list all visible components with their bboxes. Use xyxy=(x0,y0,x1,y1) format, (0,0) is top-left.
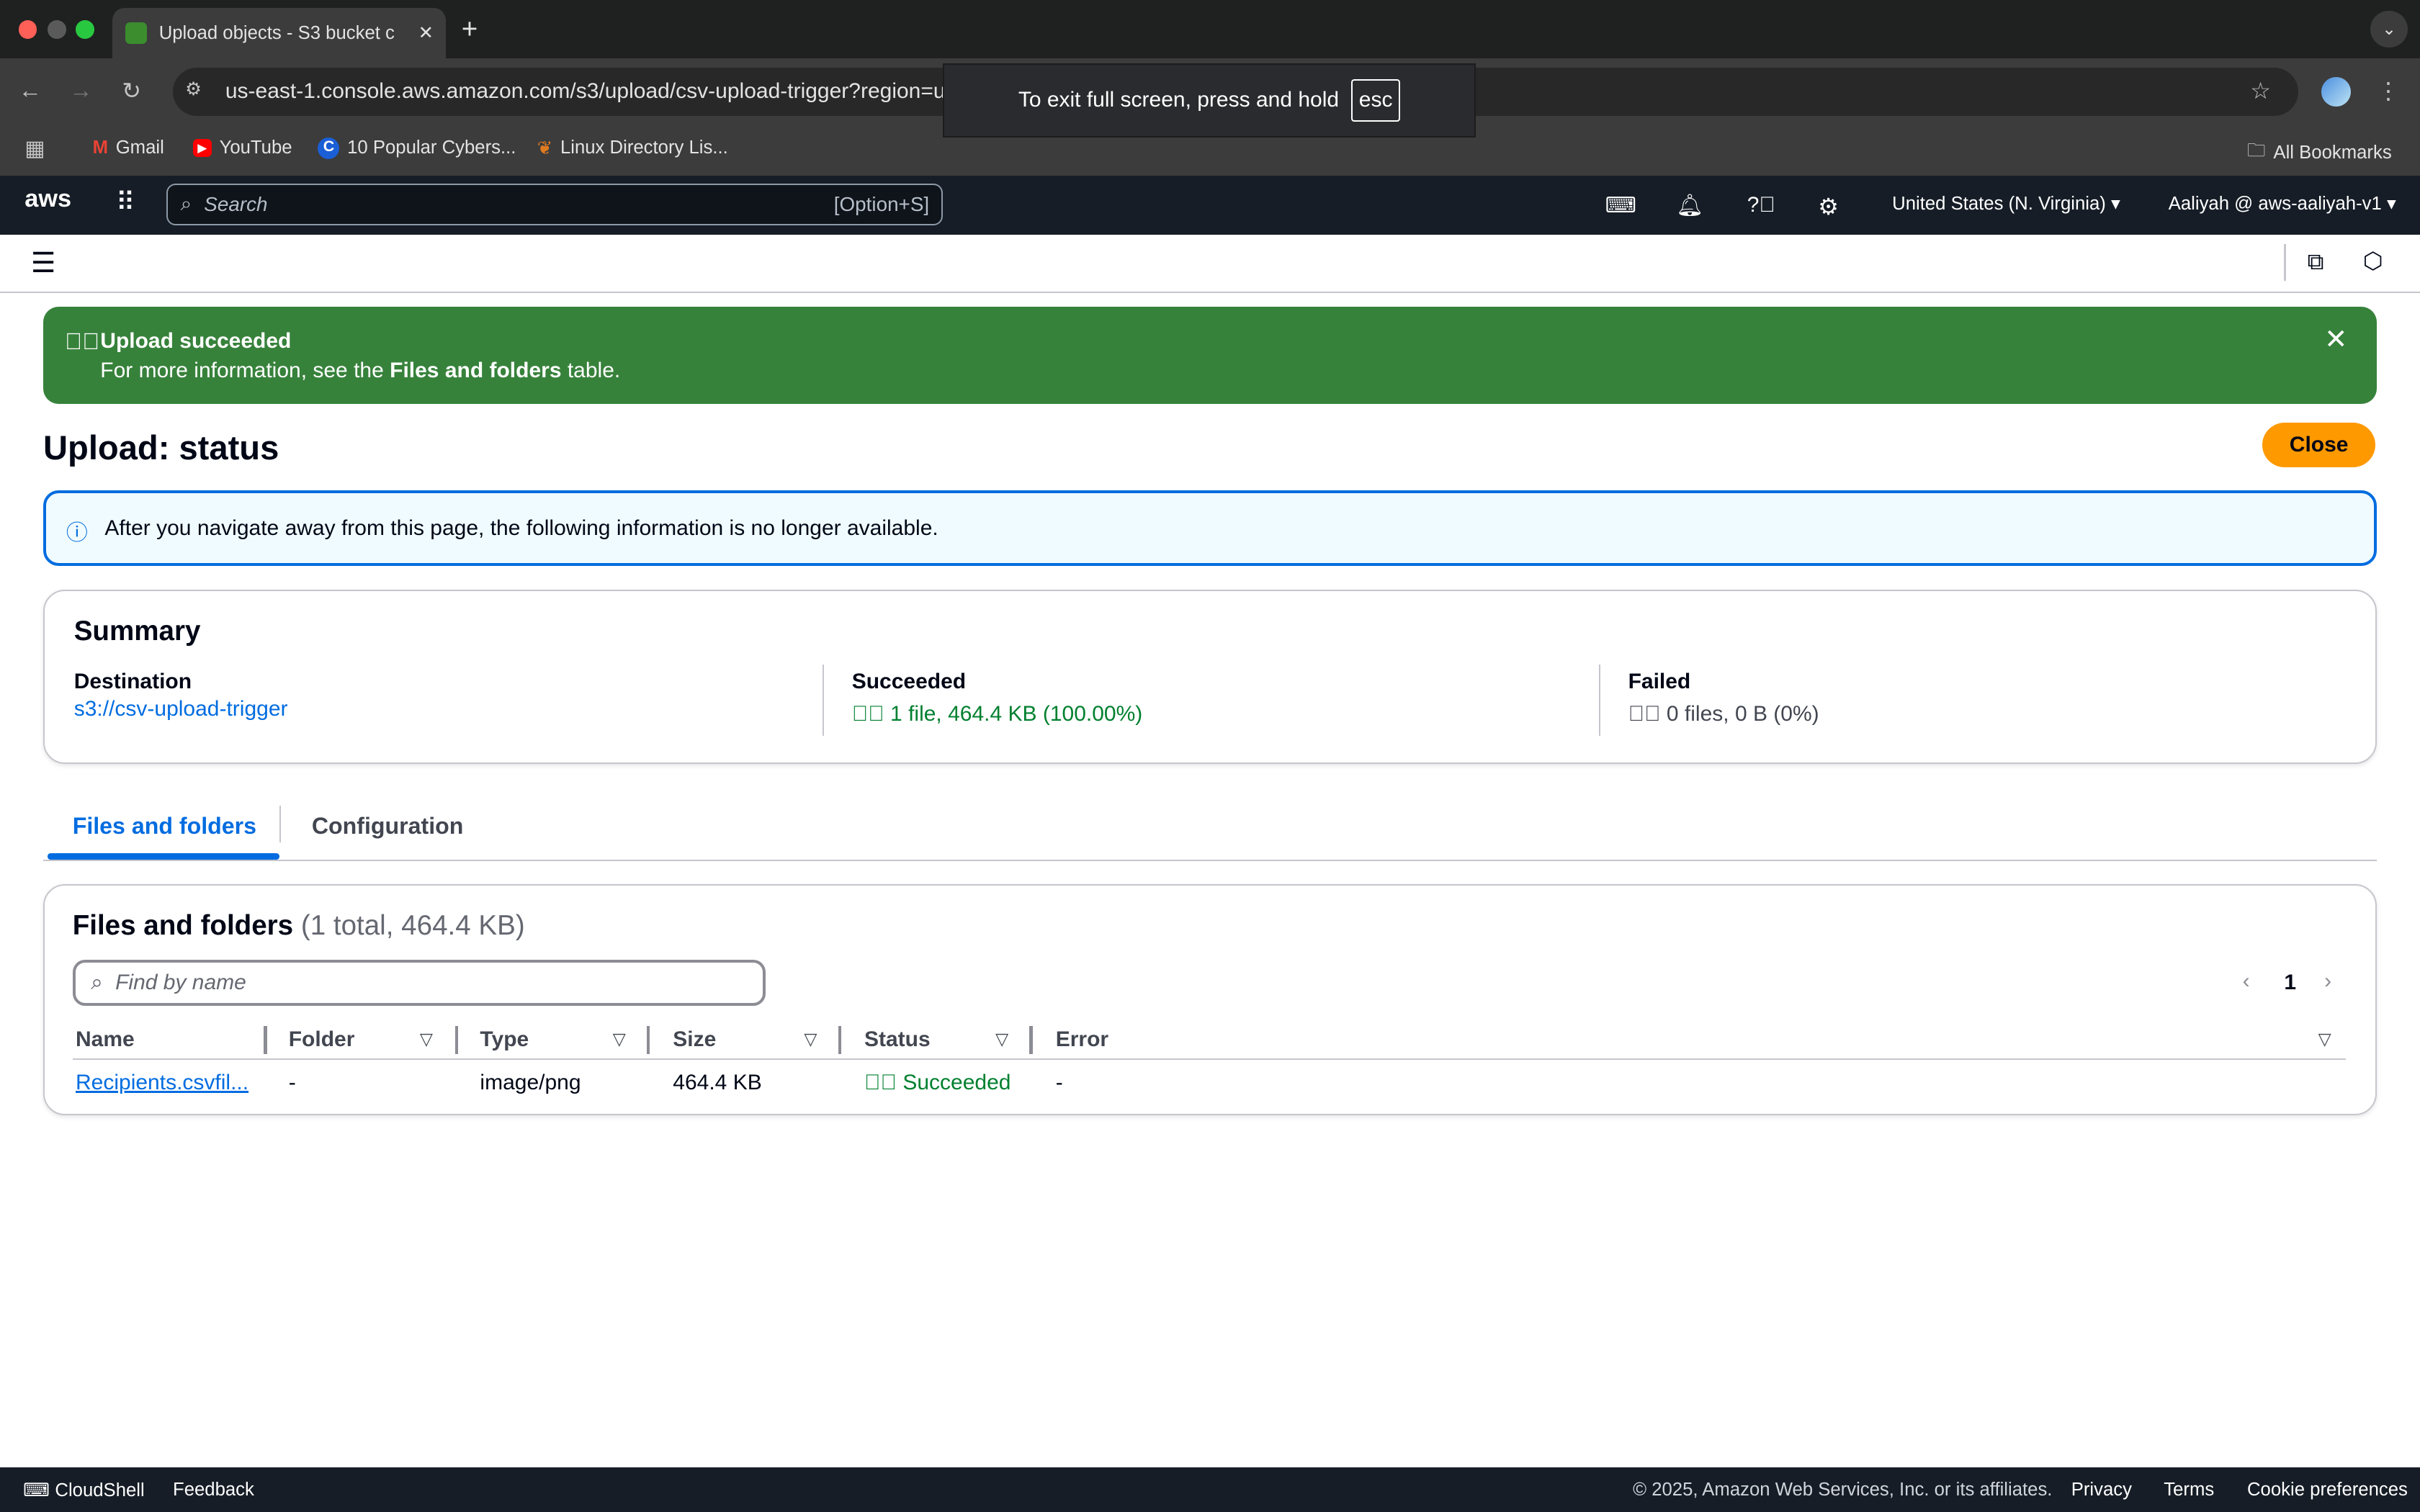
dismiss-close-icon[interactable]: ✕ xyxy=(2324,325,2347,355)
column-resizer[interactable] xyxy=(455,1026,459,1054)
window-maximize-button[interactable] xyxy=(76,19,94,39)
settings-gear-icon[interactable]: ⚙ xyxy=(1818,193,1839,220)
success-check-icon: ✓⃝ xyxy=(851,701,891,726)
tab-close-icon[interactable]: ✕ xyxy=(418,22,434,44)
search-icon: ⌕ xyxy=(180,192,192,215)
console-subnav xyxy=(0,234,2420,294)
profile-avatar[interactable] xyxy=(2321,77,2351,107)
side-panel-icon[interactable]: ⧉ xyxy=(2308,248,2324,276)
cloudshell-icon[interactable]: ⌨ xyxy=(1605,193,1636,218)
feedback-link[interactable]: Feedback xyxy=(173,1480,254,1500)
tab-configuration[interactable]: Configuration xyxy=(312,813,464,840)
divider xyxy=(2284,243,2286,281)
linux-icon: ❦ xyxy=(537,138,553,158)
column-header-name[interactable]: Name xyxy=(76,1027,135,1052)
folder-icon: 🗀 xyxy=(2247,140,2266,161)
c-logo-icon: C xyxy=(318,137,340,159)
privacy-link[interactable]: Privacy xyxy=(2071,1480,2132,1500)
region-selector[interactable]: United States (N. Virginia) ▾ xyxy=(1892,193,2120,215)
tab-files-and-folders[interactable]: Files and folders xyxy=(73,813,256,840)
column-resizer[interactable] xyxy=(646,1026,650,1054)
column-resizer[interactable] xyxy=(838,1026,841,1054)
info-alert: ⓘ After you navigate away from this page,… xyxy=(43,490,2377,567)
destination-link[interactable]: s3://csv-upload-trigger xyxy=(74,697,288,721)
tab-search-button[interactable]: ⌄ xyxy=(2370,11,2408,48)
column-header-folder[interactable]: Folder xyxy=(289,1027,355,1052)
terms-link[interactable]: Terms xyxy=(2164,1480,2214,1500)
info-icon: ⓘ xyxy=(66,521,88,546)
browser-tab[interactable]: Upload objects - S3 bucket c ✕ xyxy=(112,7,447,59)
page-number[interactable]: 1 xyxy=(2284,971,2296,995)
column-header-type[interactable]: Type xyxy=(480,1027,529,1052)
filter-icon[interactable]: ▽ xyxy=(995,1029,1008,1049)
help-icon[interactable]: ?⃝ xyxy=(1747,193,1775,217)
column-resizer[interactable] xyxy=(264,1026,267,1054)
tools-hex-icon[interactable]: ⬡ xyxy=(2363,247,2383,274)
bookmark-linux[interactable]: ❦ Linux Directory Lis... xyxy=(537,138,728,159)
close-button[interactable]: Close xyxy=(2262,423,2375,468)
notifications-bell-icon[interactable]: 🔔︎ xyxy=(1676,193,1703,218)
upload-success-flash: ✓⃝ Upload succeeded For more information… xyxy=(43,307,2377,405)
aws-search-input[interactable]: ⌕ Search [Option+S] xyxy=(166,183,944,225)
window-minimize-button[interactable] xyxy=(48,19,67,39)
gmail-icon: M xyxy=(92,137,108,158)
services-grid-icon[interactable]: ⠿ xyxy=(116,186,135,217)
bookmark-cybers[interactable]: C 10 Popular Cybers... xyxy=(318,137,516,159)
cookie-preferences-link[interactable]: Cookie preferences xyxy=(2247,1480,2408,1500)
filter-icon[interactable]: ▽ xyxy=(613,1029,626,1049)
search-icon: ⌕ xyxy=(91,970,103,994)
success-check-icon: ✓⃝ xyxy=(65,328,100,355)
next-page-icon[interactable]: › xyxy=(2324,969,2331,994)
status-badge: ✓⃝ Succeeded xyxy=(864,1071,1011,1095)
column-header-status[interactable]: Status xyxy=(864,1027,931,1052)
active-tab-indicator xyxy=(48,853,279,860)
filter-icon[interactable]: ▽ xyxy=(2318,1029,2331,1049)
page-title: Upload: status xyxy=(43,428,279,467)
bookmark-gmail[interactable]: M Gmail xyxy=(93,138,164,158)
column-header-size[interactable]: Size xyxy=(673,1027,716,1052)
column-resizer[interactable] xyxy=(1029,1026,1033,1054)
console-footer: ⌨ CloudShell Feedback © 2025, Amazon Web… xyxy=(0,1467,2420,1512)
all-bookmarks[interactable]: 🗀 All Bookmarks xyxy=(2247,138,2392,168)
files-heading: Files and folders (1 total, 464.4 KB) xyxy=(72,910,525,942)
cloudshell-button[interactable]: ⌨ CloudShell xyxy=(23,1480,145,1501)
find-by-name-input[interactable]: ⌕ Find by name xyxy=(72,959,766,1007)
account-menu[interactable]: Aaliyah @ aws-aaliyah-v1 ▾ xyxy=(2169,193,2396,215)
s3-favicon-icon xyxy=(125,22,147,45)
bookmark-star-icon[interactable]: ☆ xyxy=(2250,77,2271,104)
site-settings-icon[interactable]: ⚙ xyxy=(185,78,202,100)
aws-logo[interactable]: aws xyxy=(24,185,71,213)
file-name-link[interactable]: Recipients.csvfil... xyxy=(76,1071,248,1095)
reload-icon[interactable]: ↻ xyxy=(122,77,141,104)
summary-card: Summary Destination s3://csv-upload-trig… xyxy=(43,589,2377,764)
window-close-button[interactable] xyxy=(18,19,37,39)
success-check-icon: ✓⃝ xyxy=(864,1071,903,1095)
apps-grid-icon[interactable]: ▦ xyxy=(24,136,45,161)
fullscreen-notice: To exit full screen, press and hold esc xyxy=(943,63,1476,138)
filter-icon[interactable]: ▽ xyxy=(804,1029,817,1049)
forward-icon[interactable]: → xyxy=(69,77,92,104)
new-tab-button[interactable]: + xyxy=(462,14,478,45)
browser-menu-icon[interactable]: ⋮ xyxy=(2377,77,2400,104)
filter-icon[interactable]: ▽ xyxy=(420,1029,433,1049)
hamburger-menu-icon[interactable]: ☰ xyxy=(31,247,56,279)
pending-dots-icon: ⋯⃝ xyxy=(1628,701,1667,726)
back-icon[interactable]: ← xyxy=(19,77,42,104)
bookmark-youtube[interactable]: ▶ YouTube xyxy=(192,138,292,158)
previous-page-icon[interactable]: ‹ xyxy=(2243,969,2250,994)
column-header-error[interactable]: Error xyxy=(1056,1027,1108,1052)
youtube-icon: ▶ xyxy=(192,138,212,157)
